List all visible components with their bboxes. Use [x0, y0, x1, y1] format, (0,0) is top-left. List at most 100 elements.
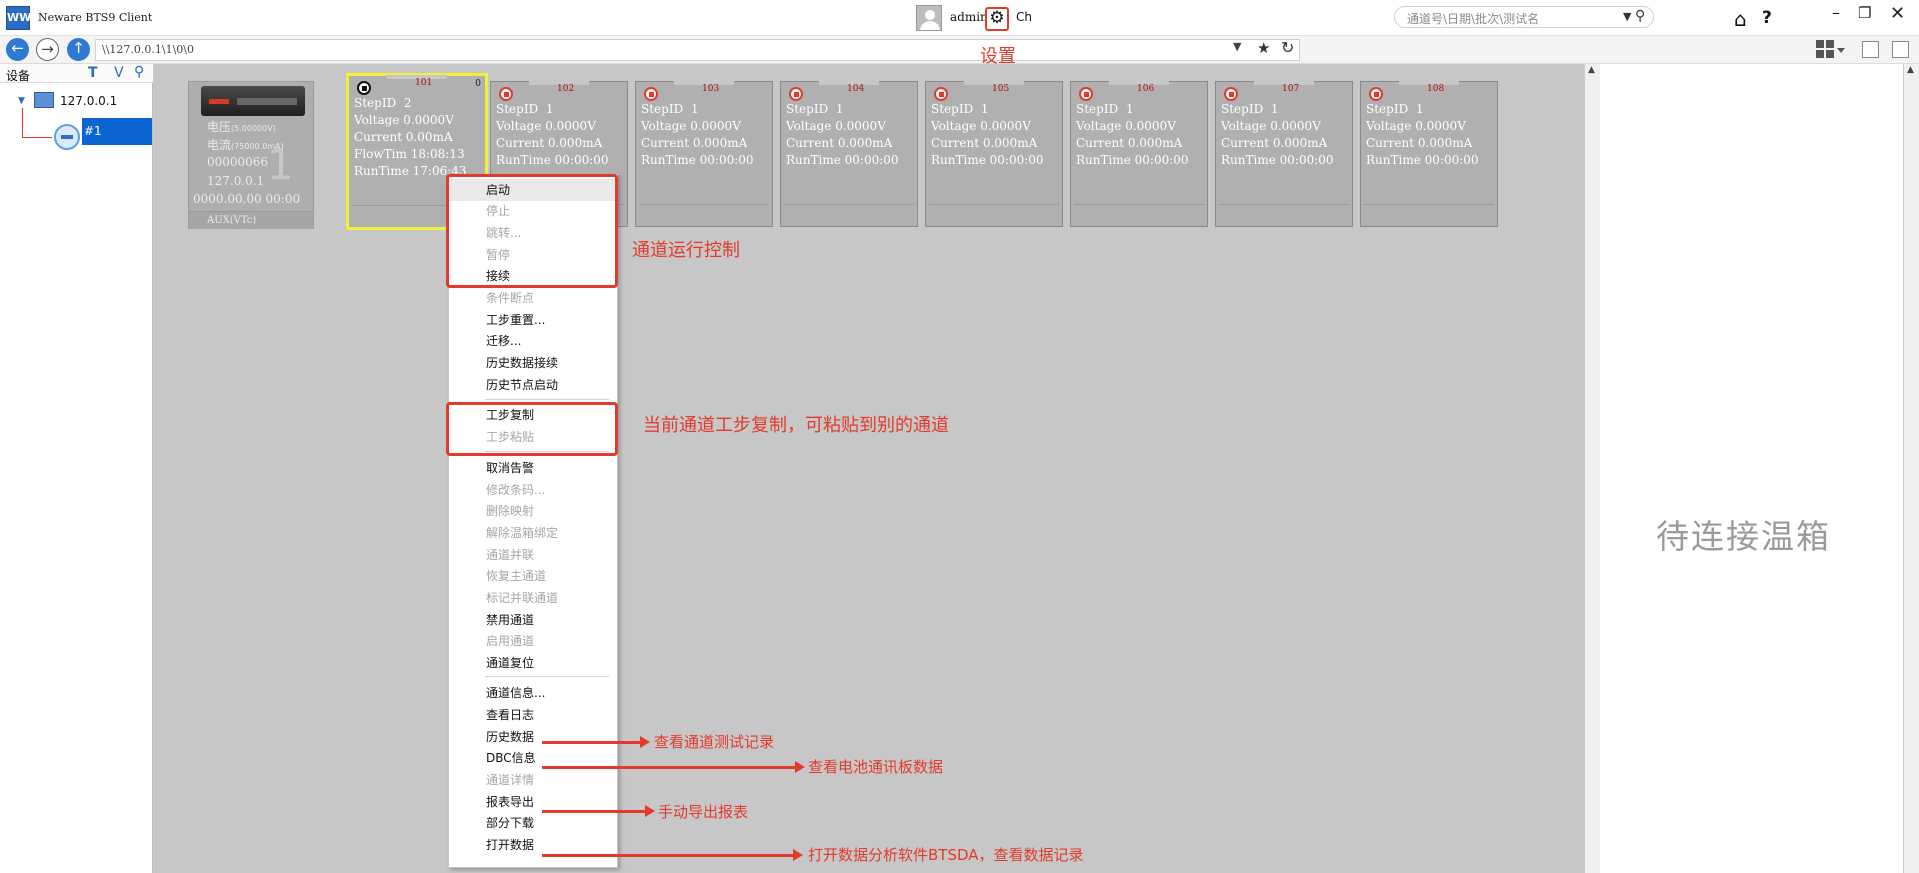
menu-item[interactable]: 工步重置...: [449, 309, 617, 331]
menu-item[interactable]: 通道信息...: [449, 682, 617, 704]
annotation-arrow: [542, 849, 803, 861]
device-tree-panel: 设备 T V ⚲ ▼ 127.0.0.1 #1: [0, 64, 153, 873]
gear-icon[interactable]: ⚙: [985, 7, 1009, 31]
search-placeholder: 通道号\日期\批次\测试名: [1407, 12, 1540, 26]
app-icon: WW: [6, 6, 31, 30]
tree-item-server[interactable]: 127.0.0.1: [60, 94, 117, 108]
channel-footer: [1219, 204, 1349, 223]
maximize-button[interactable]: ❐: [1858, 4, 1871, 22]
language-switch[interactable]: Ch: [1016, 10, 1032, 24]
channel-number: 102: [557, 84, 575, 94]
title-bar: WW Neware BTS9 Client admin ⚙ Ch 通道号\日期\…: [0, 0, 1919, 36]
address-dropdown-icon[interactable]: ▼: [1233, 40, 1241, 53]
device-ip: 127.0.0.1: [207, 174, 265, 188]
tree-item-device[interactable]: #1: [82, 118, 152, 145]
avatar-icon[interactable]: [916, 5, 942, 31]
menu-item[interactable]: 通道复位: [449, 652, 617, 674]
server-icon: [34, 92, 54, 108]
channel-number: 105: [992, 84, 1010, 94]
home-icon[interactable]: ⌂: [1734, 7, 1747, 31]
device-icon: [54, 124, 80, 150]
channel-status-icon: [1369, 87, 1383, 101]
channel-readings: StepID 1 Voltage 0.0000V Current 0.000mA…: [1366, 102, 1479, 167]
menu-item[interactable]: 部分下载: [449, 812, 617, 834]
channel-corner-value: 0: [475, 79, 481, 89]
help-icon[interactable]: ?: [1762, 8, 1772, 28]
scroll-up-icon[interactable]: ▲: [1588, 65, 1595, 75]
search-icon[interactable]: ⚲: [1635, 8, 1645, 24]
channel-footer: [1074, 204, 1204, 223]
tree-filter-v-button[interactable]: V: [114, 65, 124, 81]
channel-readings: StepID 1 Voltage 0.0000V Current 0.000mA…: [1076, 102, 1189, 167]
channel-card[interactable]: 104 StepID 1 Voltage 0.0000V Current 0.00…: [780, 81, 918, 227]
annotation-arrow: [542, 736, 650, 748]
tree-header: 设备 T V ⚲: [0, 64, 153, 83]
channel-status-icon: [1079, 87, 1093, 101]
menu-item: 通道并联: [486, 547, 535, 562]
tree-connector: [22, 108, 23, 138]
main-scrollbar[interactable]: ▲: [1584, 64, 1600, 873]
right-scrollbar[interactable]: ▲: [1903, 64, 1919, 873]
annotation-open-data: 打开数据分析软件BTSDA，查看数据记录: [808, 846, 1084, 864]
annotation-box-run-control: [446, 174, 618, 288]
device-aux[interactable]: AUX(VTc): [189, 211, 313, 229]
minimize-button[interactable]: –: [1832, 3, 1840, 22]
menu-item[interactable]: 查看日志: [449, 704, 617, 726]
device-serial: 00000066: [207, 155, 269, 169]
chamber-status: 待连接温箱: [1656, 517, 1831, 556]
channel-status-icon: [1224, 87, 1238, 101]
device-current: 电流(75000.0mA): [207, 138, 284, 152]
channel-card[interactable]: 107 StepID 1 Voltage 0.0000V Current 0.00…: [1215, 81, 1353, 227]
menu-item[interactable]: 禁用通道: [449, 609, 617, 631]
close-button[interactable]: ✕: [1890, 3, 1905, 24]
chamber-panel: 待连接温箱: [1600, 64, 1903, 873]
menu-item[interactable]: 打开数据: [449, 834, 617, 856]
detail-view-icon[interactable]: [1892, 41, 1909, 58]
channel-footer: [1364, 204, 1494, 223]
channel-card[interactable]: 103 StepID 1 Voltage 0.0000V Current 0.00…: [635, 81, 773, 227]
channel-readings: StepID 1 Voltage 0.0000V Current 0.000mA…: [931, 102, 1044, 167]
menu-item: 解除温箱绑定: [486, 526, 559, 541]
device-card[interactable]: 1 电压(5.00000V) 电流(75000.0mA) 00000066 12…: [188, 81, 314, 229]
annotation-settings: 设置: [980, 46, 1016, 67]
menu-item[interactable]: 取消告警: [449, 457, 617, 479]
search-dropdown-icon[interactable]: ▼: [1623, 10, 1631, 23]
tree-filter-t-button[interactable]: T: [88, 65, 98, 81]
channel-card[interactable]: 105 StepID 1 Voltage 0.0000V Current 0.00…: [925, 81, 1063, 227]
refresh-icon[interactable]: ↻: [1281, 38, 1294, 57]
up-icon[interactable]: ↑: [67, 38, 90, 61]
channel-card[interactable]: 108 StepID 1 Voltage 0.0000V Current 0.00…: [1360, 81, 1498, 227]
menu-item: 修改条码...: [486, 482, 546, 497]
tree-expand-icon[interactable]: ▼: [18, 96, 25, 106]
menu-item: 标记并联通道: [486, 591, 559, 606]
channel-readings: StepID 1 Voltage 0.0000V Current 0.000mA…: [786, 102, 899, 167]
channel-number: 104: [847, 84, 865, 94]
scroll-up-icon[interactable]: ▲: [1907, 65, 1914, 75]
channel-readings: StepID 2 Voltage 0.0000V Current 0.00mA …: [354, 96, 467, 178]
back-icon[interactable]: ←: [6, 38, 29, 61]
tree-search-icon[interactable]: ⚲: [134, 64, 144, 80]
menu-item[interactable]: 迁移...: [449, 330, 617, 352]
menu-item: 删除映射: [486, 504, 535, 519]
device-image: [201, 86, 305, 116]
grid-view-icon[interactable]: [1816, 40, 1846, 60]
channel-card[interactable]: 106 StepID 1 Voltage 0.0000V Current 0.00…: [1070, 81, 1208, 227]
star-icon[interactable]: ★: [1257, 39, 1270, 57]
menu-item: 恢复主通道: [486, 569, 547, 584]
menu-item[interactable]: 历史数据接续: [449, 352, 617, 374]
forward-icon[interactable]: →: [36, 38, 59, 61]
channel-readings: StepID 1 Voltage 0.0000V Current 0.000mA…: [496, 102, 609, 167]
list-view-icon[interactable]: [1862, 41, 1879, 58]
menu-item[interactable]: 历史节点启动: [449, 374, 617, 396]
menu-item: 条件断点: [486, 291, 535, 306]
device-voltage: 电压(5.00000V): [207, 120, 276, 134]
channel-readings: StepID 1 Voltage 0.0000V Current 0.000mA…: [641, 102, 754, 167]
annotation-arrow: [542, 805, 655, 817]
menu-item[interactable]: 历史数据: [449, 726, 617, 748]
channel-number: 106: [1137, 84, 1155, 94]
search-input[interactable]: 通道号\日期\批次\测试名 ▼ ⚲: [1394, 6, 1654, 28]
user-name[interactable]: admin: [950, 10, 988, 24]
annotation-dbc: 查看电池通讯板数据: [808, 758, 944, 776]
channel-status-icon: [934, 87, 948, 101]
address-input[interactable]: \\127.0.0.1\1\0\0: [95, 39, 1300, 61]
